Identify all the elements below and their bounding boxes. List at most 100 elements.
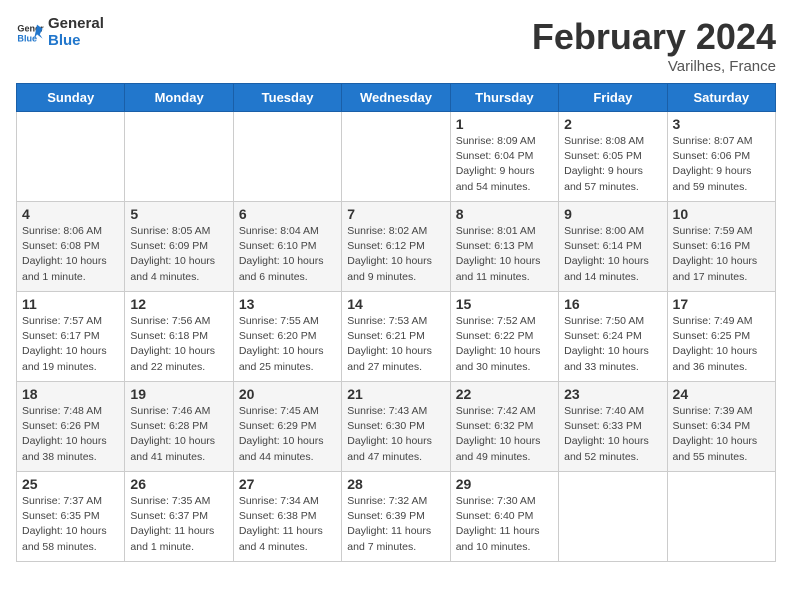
calendar-week-row: 1 Sunrise: 8:09 AM Sunset: 6:04 PM Daylig…: [17, 112, 776, 202]
day-number: 27: [239, 476, 336, 492]
calendar-cell: 2 Sunrise: 8:08 AM Sunset: 6:05 PM Daylig…: [559, 112, 667, 202]
calendar-cell: 15 Sunrise: 7:52 AM Sunset: 6:22 PM Dayli…: [450, 292, 558, 382]
calendar-table: SundayMondayTuesdayWednesdayThursdayFrid…: [16, 83, 776, 562]
location: Varilhes, France: [532, 58, 776, 75]
day-number: 6: [239, 206, 336, 222]
calendar-cell: [559, 472, 667, 562]
day-number: 14: [347, 296, 444, 312]
day-number: 20: [239, 386, 336, 402]
calendar-cell: 8Sunrise: 8:01 AM Sunset: 6:13 PM Daylig…: [450, 202, 558, 292]
day-info: Sunrise: 7:35 AM Sunset: 6:37 PM Dayligh…: [130, 494, 227, 555]
day-number: 7: [347, 206, 444, 222]
calendar-cell: 21 Sunrise: 7:43 AM Sunset: 6:30 PM Dayli…: [342, 382, 450, 472]
weekday-header: Saturday: [667, 84, 775, 112]
calendar-week-row: 25 Sunrise: 7:37 AM Sunset: 6:35 PM Dayli…: [17, 472, 776, 562]
day-number: 25: [22, 476, 119, 492]
weekday-header: Wednesday: [342, 84, 450, 112]
calendar-cell: [233, 112, 341, 202]
calendar-cell: 25 Sunrise: 7:37 AM Sunset: 6:35 PM Dayli…: [17, 472, 125, 562]
weekday-header: Monday: [125, 84, 233, 112]
calendar-cell: [342, 112, 450, 202]
weekday-header: Friday: [559, 84, 667, 112]
day-info: Sunrise: 8:05 AM Sunset: 6:09 PM Dayligh…: [130, 224, 227, 285]
day-info: Sunrise: 8:08 AM Sunset: 6:05 PM Dayligh…: [564, 134, 661, 195]
day-info: Sunrise: 7:48 AM Sunset: 6:26 PM Dayligh…: [22, 404, 119, 465]
calendar-cell: 16 Sunrise: 7:50 AM Sunset: 6:24 PM Dayli…: [559, 292, 667, 382]
calendar-cell: 1 Sunrise: 8:09 AM Sunset: 6:04 PM Daylig…: [450, 112, 558, 202]
day-number: 15: [456, 296, 553, 312]
day-info: Sunrise: 7:37 AM Sunset: 6:35 PM Dayligh…: [22, 494, 119, 555]
calendar-cell: [667, 472, 775, 562]
calendar-cell: 29 Sunrise: 7:30 AM Sunset: 6:40 PM Dayli…: [450, 472, 558, 562]
day-info: Sunrise: 7:57 AM Sunset: 6:17 PM Dayligh…: [22, 314, 119, 375]
weekday-header: Tuesday: [233, 84, 341, 112]
day-info: Sunrise: 8:09 AM Sunset: 6:04 PM Dayligh…: [456, 134, 553, 195]
calendar-cell: 23Sunrise: 7:40 AM Sunset: 6:33 PM Dayli…: [559, 382, 667, 472]
calendar-cell: 5Sunrise: 8:05 AM Sunset: 6:09 PM Daylig…: [125, 202, 233, 292]
calendar-cell: 24Sunrise: 7:39 AM Sunset: 6:34 PM Dayli…: [667, 382, 775, 472]
day-number: 11: [22, 296, 119, 312]
day-number: 2: [564, 116, 661, 132]
calendar-cell: 13Sunrise: 7:55 AM Sunset: 6:20 PM Dayli…: [233, 292, 341, 382]
day-info: Sunrise: 8:02 AM Sunset: 6:12 PM Dayligh…: [347, 224, 444, 285]
calendar-cell: 12Sunrise: 7:56 AM Sunset: 6:18 PM Dayli…: [125, 292, 233, 382]
day-number: 18: [22, 386, 119, 402]
page-header: General Blue General Blue February 2024 …: [16, 16, 776, 75]
day-number: 24: [673, 386, 770, 402]
day-info: Sunrise: 7:53 AM Sunset: 6:21 PM Dayligh…: [347, 314, 444, 375]
weekday-header: Sunday: [17, 84, 125, 112]
day-info: Sunrise: 7:42 AM Sunset: 6:32 PM Dayligh…: [456, 404, 553, 465]
calendar-cell: 6Sunrise: 8:04 AM Sunset: 6:10 PM Daylig…: [233, 202, 341, 292]
logo-icon: General Blue: [16, 19, 44, 47]
calendar-cell: 17 Sunrise: 7:49 AM Sunset: 6:25 PM Dayli…: [667, 292, 775, 382]
calendar-body: 1 Sunrise: 8:09 AM Sunset: 6:04 PM Daylig…: [17, 112, 776, 562]
logo-blue: Blue: [48, 33, 104, 50]
logo-general: General: [48, 16, 104, 33]
day-number: 28: [347, 476, 444, 492]
day-info: Sunrise: 7:55 AM Sunset: 6:20 PM Dayligh…: [239, 314, 336, 375]
calendar-week-row: 4Sunrise: 8:06 AM Sunset: 6:08 PM Daylig…: [17, 202, 776, 292]
day-number: 29: [456, 476, 553, 492]
day-info: Sunrise: 7:52 AM Sunset: 6:22 PM Dayligh…: [456, 314, 553, 375]
day-info: Sunrise: 7:45 AM Sunset: 6:29 PM Dayligh…: [239, 404, 336, 465]
day-info: Sunrise: 7:43 AM Sunset: 6:30 PM Dayligh…: [347, 404, 444, 465]
day-number: 17: [673, 296, 770, 312]
day-number: 8: [456, 206, 553, 222]
day-info: Sunrise: 7:40 AM Sunset: 6:33 PM Dayligh…: [564, 404, 661, 465]
logo: General Blue General Blue: [16, 16, 104, 49]
day-info: Sunrise: 7:49 AM Sunset: 6:25 PM Dayligh…: [673, 314, 770, 375]
day-number: 1: [456, 116, 553, 132]
day-number: 22: [456, 386, 553, 402]
calendar-cell: [125, 112, 233, 202]
title-area: February 2024 Varilhes, France: [532, 16, 776, 75]
calendar-cell: 26 Sunrise: 7:35 AM Sunset: 6:37 PM Dayli…: [125, 472, 233, 562]
calendar-cell: 10 Sunrise: 7:59 AM Sunset: 6:16 PM Dayli…: [667, 202, 775, 292]
day-number: 3: [673, 116, 770, 132]
calendar-cell: 27 Sunrise: 7:34 AM Sunset: 6:38 PM Dayli…: [233, 472, 341, 562]
day-number: 10: [673, 206, 770, 222]
calendar-cell: 3 Sunrise: 8:07 AM Sunset: 6:06 PM Daylig…: [667, 112, 775, 202]
calendar-cell: [17, 112, 125, 202]
calendar-cell: 11 Sunrise: 7:57 AM Sunset: 6:17 PM Dayli…: [17, 292, 125, 382]
day-info: Sunrise: 7:32 AM Sunset: 6:39 PM Dayligh…: [347, 494, 444, 555]
day-info: Sunrise: 8:06 AM Sunset: 6:08 PM Dayligh…: [22, 224, 119, 285]
day-number: 9: [564, 206, 661, 222]
day-number: 16: [564, 296, 661, 312]
day-info: Sunrise: 7:59 AM Sunset: 6:16 PM Dayligh…: [673, 224, 770, 285]
day-info: Sunrise: 7:50 AM Sunset: 6:24 PM Dayligh…: [564, 314, 661, 375]
svg-text:Blue: Blue: [17, 33, 37, 43]
day-number: 26: [130, 476, 227, 492]
weekday-row: SundayMondayTuesdayWednesdayThursdayFrid…: [17, 84, 776, 112]
weekday-header: Thursday: [450, 84, 558, 112]
day-info: Sunrise: 7:34 AM Sunset: 6:38 PM Dayligh…: [239, 494, 336, 555]
calendar-cell: 14 Sunrise: 7:53 AM Sunset: 6:21 PM Dayli…: [342, 292, 450, 382]
day-info: Sunrise: 8:07 AM Sunset: 6:06 PM Dayligh…: [673, 134, 770, 195]
day-info: Sunrise: 7:30 AM Sunset: 6:40 PM Dayligh…: [456, 494, 553, 555]
calendar-header: SundayMondayTuesdayWednesdayThursdayFrid…: [17, 84, 776, 112]
day-info: Sunrise: 8:00 AM Sunset: 6:14 PM Dayligh…: [564, 224, 661, 285]
calendar-cell: 7 Sunrise: 8:02 AM Sunset: 6:12 PM Daylig…: [342, 202, 450, 292]
day-number: 21: [347, 386, 444, 402]
calendar-week-row: 18 Sunrise: 7:48 AM Sunset: 6:26 PM Dayli…: [17, 382, 776, 472]
day-number: 19: [130, 386, 227, 402]
calendar-cell: 9 Sunrise: 8:00 AM Sunset: 6:14 PM Daylig…: [559, 202, 667, 292]
